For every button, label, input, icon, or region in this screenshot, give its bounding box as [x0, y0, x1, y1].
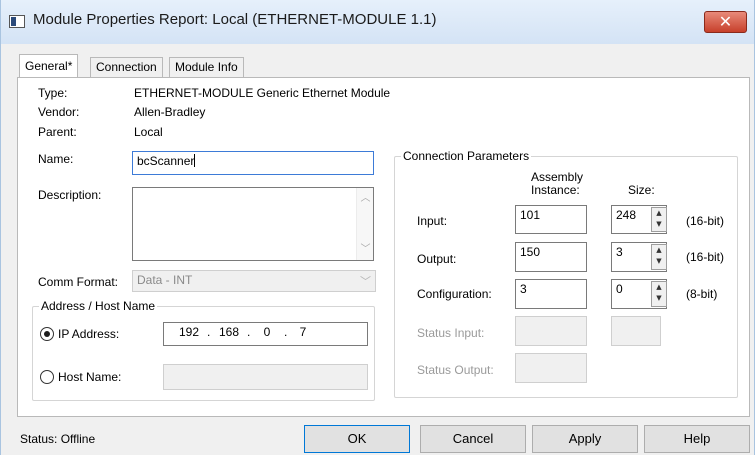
assembly-header: Assembly — [531, 170, 584, 184]
configuration-instance-field[interactable]: 3 — [515, 279, 587, 309]
configuration-label: Configuration: — [417, 287, 492, 301]
ip-octet-2: 168 — [218, 325, 240, 339]
input-unit: (16-bit) — [686, 214, 725, 228]
output-instance-value: 150 — [520, 245, 541, 259]
output-size-spinner[interactable] — [651, 244, 667, 270]
scroll-down-icon[interactable]: ﹀ — [360, 244, 371, 255]
input-label: Input: — [417, 214, 448, 228]
ip-address-input[interactable]: 192 . 168 . 0 . 7 — [163, 322, 368, 346]
name-input[interactable]: bcScanner — [132, 151, 374, 175]
name-value: bcScanner — [137, 154, 195, 168]
ip-dot: . — [284, 325, 288, 339]
window-title: Module Properties Report: Local (ETHERNE… — [33, 11, 437, 28]
name-label: Name: — [38, 152, 74, 166]
ip-octet-4: 7 — [299, 325, 307, 339]
comm-format-label: Comm Format: — [38, 275, 119, 289]
address-group-title: Address / Host Name — [39, 299, 158, 313]
ip-address-radio[interactable] — [40, 327, 54, 341]
ip-address-label: IP Address: — [58, 327, 120, 341]
output-size-value: 3 — [616, 245, 623, 259]
type-value: ETHERNET-MODULE Generic Ethernet Module — [134, 86, 391, 100]
apply-button[interactable]: Apply — [532, 425, 638, 453]
output-unit: (16-bit) — [686, 250, 725, 264]
tab-connection[interactable]: Connection — [90, 57, 163, 77]
general-tab-panel: Type: ETHERNET-MODULE Generic Ethernet M… — [17, 77, 750, 417]
input-instance-field[interactable]: 101 — [515, 205, 587, 234]
instance-header: Instance: — [531, 183, 580, 197]
comm-format-select[interactable]: Data - INT ﹀ — [132, 270, 376, 292]
module-properties-dialog: Module Properties Report: Local (ETHERNE… — [0, 0, 755, 455]
input-size-value: 248 — [616, 208, 637, 222]
output-label: Output: — [417, 252, 457, 266]
ok-button[interactable]: OK — [304, 425, 410, 453]
cancel-button[interactable]: Cancel — [420, 425, 526, 453]
input-size-spinner[interactable] — [651, 207, 667, 232]
input-instance-value: 101 — [520, 208, 541, 222]
spin-down-icon[interactable] — [652, 220, 666, 232]
type-label: Type: — [38, 86, 68, 100]
connection-parameters-group: Connection Parameters Assembly Instance:… — [394, 149, 738, 398]
output-instance-field[interactable]: 150 — [515, 242, 587, 272]
configuration-instance-value: 3 — [520, 282, 527, 296]
parent-value: Local — [134, 125, 163, 139]
tab-module-info[interactable]: Module Info — [169, 57, 244, 77]
connection-parameters-title: Connection Parameters — [401, 149, 532, 163]
description-label: Description: — [38, 188, 102, 202]
size-header: Size: — [628, 183, 655, 197]
comm-format-value: Data - INT — [137, 273, 193, 287]
status-text: Status: Offline — [20, 432, 96, 446]
close-button[interactable]: ✕ — [704, 11, 747, 33]
configuration-size-spinner[interactable] — [651, 281, 667, 307]
description-textarea[interactable]: ︿ ﹀ — [132, 187, 374, 261]
status-input-label: Status Input: — [417, 326, 485, 340]
ip-octet-3: 0 — [263, 325, 271, 339]
vendor-label: Vendor: — [38, 105, 80, 119]
address-group: Address / Host Name IP Address: 192 . 16… — [32, 299, 375, 401]
ip-dot: . — [247, 325, 251, 339]
chevron-down-icon: ﹀ — [360, 275, 371, 288]
scroll-up-icon[interactable]: ︿ — [360, 193, 371, 204]
status-input-size-field[interactable] — [611, 316, 661, 346]
description-scrollbar[interactable]: ︿ ﹀ — [356, 188, 373, 260]
app-icon — [9, 15, 25, 28]
text-caret — [194, 154, 196, 167]
status-output-label: Status Output: — [417, 363, 494, 377]
tab-general[interactable]: General* — [19, 54, 79, 78]
host-name-input[interactable] — [163, 364, 368, 390]
spin-down-icon[interactable] — [652, 294, 666, 306]
host-name-radio[interactable] — [40, 370, 54, 384]
status-input-instance-field[interactable] — [515, 316, 587, 346]
status-output-instance-field[interactable] — [515, 353, 587, 383]
host-name-label: Host Name: — [58, 370, 122, 384]
help-button[interactable]: Help — [644, 425, 750, 453]
spin-down-icon[interactable] — [652, 257, 666, 269]
parent-label: Parent: — [38, 125, 77, 139]
ip-octet-1: 192 — [178, 325, 200, 339]
ip-dot: . — [207, 325, 211, 339]
configuration-unit: (8-bit) — [686, 287, 718, 301]
configuration-size-value: 0 — [616, 282, 623, 296]
vendor-value: Allen-Bradley — [134, 105, 206, 119]
title-bar: Module Properties Report: Local (ETHERNE… — [1, 0, 754, 44]
close-icon: ✕ — [718, 12, 733, 31]
